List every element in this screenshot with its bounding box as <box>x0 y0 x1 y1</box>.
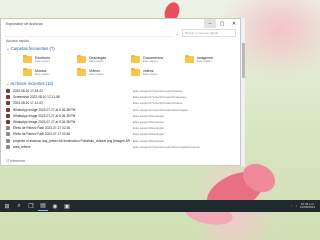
status-bar: 17 elementos <box>6 159 26 163</box>
app-icon[interactable]: ▣ <box>62 202 72 210</box>
file-name: 2023-08-10 17-18-22 <box>12 89 43 94</box>
image-file-icon <box>6 95 10 100</box>
video-file-icon <box>6 101 10 106</box>
folder-tile[interactable]: Documentos Este equipo <box>131 54 185 63</box>
folder-tile[interactable]: Imágenes Este equipo <box>185 54 239 63</box>
taskbar: ⊞ ⌕ ❐ ▤ ◉ ▣ ◔ ♪ 10:48 p.m. 10/08/2023 <box>0 200 320 212</box>
file-explorer-window: Explorador de archivos – ▢ ✕ ⌄ Buscar en… <box>0 18 241 166</box>
folder-tile[interactable]: Música Este equipo <box>23 67 77 76</box>
vertical-scrollbar[interactable] <box>241 18 245 166</box>
toolbar: ⌄ Buscar en Acceso rápido <box>5 29 236 37</box>
folder-icon <box>23 67 32 76</box>
task-view-icon[interactable]: ❐ <box>26 202 36 210</box>
folder-location: Este equipo <box>197 59 212 63</box>
folders-section-header[interactable]: ⌄ Carpetas frecuentes (7) <box>1 44 240 53</box>
folder-location: Este equipo <box>89 59 104 63</box>
folder-icon <box>23 54 32 63</box>
folder-tile[interactable]: videos Este equipo <box>131 67 185 76</box>
file-explorer-icon[interactable]: ▤ <box>38 202 48 211</box>
document-file-icon <box>6 126 10 131</box>
folder-location: Este equipo <box>143 59 158 63</box>
folder-tile[interactable]: Videos Este equipo <box>77 67 131 76</box>
file-name: Screenshot 2023-08-10 17-11-58 <box>12 95 60 100</box>
recent-files-list: 2023-08-10 17-18-22 Este equipo\C:\Users\… <box>1 88 240 150</box>
file-location: Este equipo\C:\Users\Usuario\Imágenes <box>132 95 187 100</box>
recent-section-header[interactable]: ⌄ Archivos recientes (10) <box>1 79 240 88</box>
file-location: Este equipo\Descargas <box>132 126 164 131</box>
image-file-icon <box>6 107 10 112</box>
search-icon[interactable]: ⌕ <box>14 202 24 210</box>
folder-location: Este equipo <box>89 72 104 76</box>
video-file-icon <box>6 89 10 94</box>
scrollbar-thumb[interactable] <box>241 43 245 78</box>
folder-tile[interactable]: Descargas Este equipo <box>77 54 131 63</box>
folder-icon <box>77 54 86 63</box>
file-location: Este equipo\Descargas <box>132 113 164 118</box>
recent-section-label: Archivos recientes (10) <box>10 81 54 86</box>
maximize-button[interactable]: ▢ <box>216 19 228 28</box>
browser-icon[interactable]: ◉ <box>50 202 60 210</box>
close-button[interactable]: ✕ <box>228 19 240 28</box>
search-input[interactable]: Buscar en Acceso rápido <box>182 29 236 37</box>
nav-quick-access[interactable]: Acceso rápido <box>6 39 29 43</box>
file-location: Este equipo\C:\Users\Usuario\Descargas <box>132 107 188 112</box>
title-bar[interactable]: Explorador de archivos – ▢ ✕ <box>1 19 240 28</box>
windows-icon[interactable]: ⊞ <box>2 202 12 210</box>
address-bar[interactable] <box>5 30 173 37</box>
file-location: Este equipo\Descargas <box>132 138 164 143</box>
file-name: proyecto el ascenso day_power full ilumi… <box>12 138 130 143</box>
file-location: Este equipo\C:\Users\Usuario\Descargas\p… <box>132 144 200 149</box>
volume-icon[interactable]: ♪ <box>295 204 297 208</box>
file-name: Efeito de Relevo Fácil 2023-07-27 02-50 <box>12 126 71 131</box>
folder-tile[interactable]: Escritorio Este equipo <box>23 54 77 63</box>
clock-date: 10/08/2023 <box>299 205 315 209</box>
folders-section-label: Carpetas frecuentes (7) <box>10 46 55 51</box>
folder-location: Este equipo <box>35 72 50 76</box>
window-title: Explorador de archivos <box>6 21 43 26</box>
file-name: WhatsApp Image 2023-07-27 at 5.26.38 PM <box>12 120 76 125</box>
folder-location: Este equipo <box>143 72 158 76</box>
file-name: WhatsApp Image 2023-07-27 at 5.26.38 PM <box>12 107 76 112</box>
document-file-icon <box>6 132 10 137</box>
file-location: Este equipo\Descargas <box>132 120 164 125</box>
minimize-button[interactable]: – <box>204 19 216 28</box>
file-name: area_relieve <box>12 144 31 149</box>
folder-location: Este equipo <box>35 59 50 63</box>
chevron-down-icon[interactable]: ⌄ <box>176 31 179 36</box>
folder-icon <box>131 54 140 63</box>
file-name: Efeito de Relevo Fácil 2023-07-27 02-50 <box>12 132 71 137</box>
system-tray: ◔ ♪ 10:48 p.m. 10/08/2023 <box>291 202 320 210</box>
file-name: WhatsApp Image 2023-07-27 at 5.26.35 PM <box>12 113 76 118</box>
frequent-folders-grid: Escritorio Este equipo Descargas Este equi… <box>1 53 240 79</box>
image-file-icon <box>6 120 10 125</box>
file-location: Este equipo\Descargas <box>132 132 164 137</box>
file-location: Este equipo\C:\Users\Usuario\Videos <box>132 101 183 106</box>
folder-icon <box>185 54 194 63</box>
clock[interactable]: 10:48 p.m. 10/08/2023 <box>299 202 315 210</box>
document-file-icon <box>6 138 10 143</box>
file-location: Este equipo\C:\Users\Usuario\Videos <box>132 89 183 94</box>
folder-icon <box>77 67 86 76</box>
list-item[interactable]: area_relieve Este equipo\C:\Users\Usuario… <box>6 144 240 150</box>
image-file-icon <box>6 113 10 118</box>
file-name: 2023-08-10 17-12-02 <box>12 101 43 106</box>
document-file-icon <box>6 144 10 149</box>
wifi-icon[interactable]: ◔ <box>291 204 293 208</box>
folder-icon <box>131 67 140 76</box>
